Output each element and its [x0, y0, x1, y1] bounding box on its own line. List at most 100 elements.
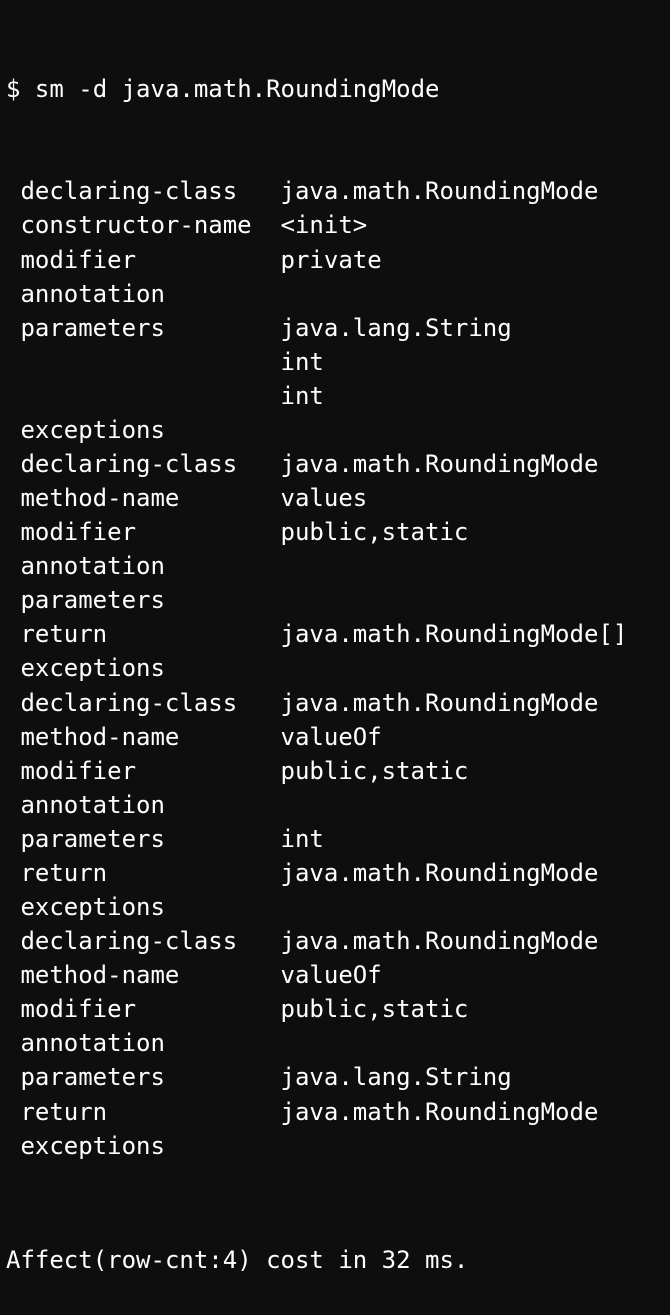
output-row: exceptions — [6, 413, 664, 447]
field-value: java.math.RoundingMode — [281, 924, 664, 958]
field-label: parameters — [20, 583, 280, 617]
field-value — [281, 413, 664, 447]
field-value: java.math.RoundingMode[] — [281, 617, 664, 651]
field-label: parameters — [20, 822, 280, 856]
prompt-symbol: $ — [6, 75, 20, 103]
indent-space — [6, 788, 20, 822]
indent-space — [6, 174, 20, 208]
field-value — [281, 549, 664, 583]
indent-space — [6, 856, 20, 890]
output-row: returnjava.math.RoundingMode — [6, 1095, 664, 1129]
field-label: modifier — [20, 754, 280, 788]
output-row: method-namevalueOf — [6, 720, 664, 754]
field-label: annotation — [20, 277, 280, 311]
indent-space — [6, 515, 20, 549]
indent-space — [6, 992, 20, 1026]
field-value: public,static — [281, 515, 664, 549]
output-row: exceptions — [6, 651, 664, 685]
output-row: annotation — [6, 549, 664, 583]
field-label: modifier — [20, 243, 280, 277]
indent-space — [6, 1095, 20, 1129]
field-value: java.lang.String — [281, 1060, 664, 1094]
field-label: exceptions — [20, 413, 280, 447]
field-value: private — [281, 243, 664, 277]
indent-space — [6, 1129, 20, 1163]
field-value: java.lang.String — [281, 311, 664, 345]
indent-space — [6, 345, 20, 379]
field-label: return — [20, 1095, 280, 1129]
output-row: parametersjava.lang.String — [6, 1060, 664, 1094]
field-label — [20, 379, 280, 413]
output-row: modifierpublic,static — [6, 992, 664, 1026]
output-row: modifierprivate — [6, 243, 664, 277]
field-value: java.math.RoundingMode — [281, 174, 664, 208]
field-label: declaring-class — [20, 686, 280, 720]
field-label: method-name — [20, 481, 280, 515]
affect-footer: Affect(row-cnt:4) cost in 32 ms. — [6, 1243, 664, 1277]
output-row: method-namevalueOf — [6, 958, 664, 992]
output-row: annotation — [6, 1026, 664, 1060]
output-row: declaring-classjava.math.RoundingMode — [6, 174, 664, 208]
field-label: declaring-class — [20, 447, 280, 481]
field-label: declaring-class — [20, 924, 280, 958]
output-row: parametersjava.lang.String — [6, 311, 664, 345]
indent-space — [6, 686, 20, 720]
field-label: exceptions — [20, 651, 280, 685]
output-row: exceptions — [6, 1129, 664, 1163]
output-row: int — [6, 379, 664, 413]
field-label: method-name — [20, 720, 280, 754]
field-label: declaring-class — [20, 174, 280, 208]
indent-space — [6, 924, 20, 958]
output-blocks: declaring-classjava.math.RoundingMode co… — [6, 174, 664, 1162]
output-row: modifierpublic,static — [6, 515, 664, 549]
field-label: modifier — [20, 992, 280, 1026]
output-row: annotation — [6, 788, 664, 822]
indent-space — [6, 447, 20, 481]
field-value: java.math.RoundingMode — [281, 1095, 664, 1129]
field-label — [20, 345, 280, 379]
field-value — [281, 277, 664, 311]
field-value: <init> — [281, 208, 664, 242]
indent-space — [6, 243, 20, 277]
field-value — [281, 1129, 664, 1163]
output-row: returnjava.math.RoundingMode — [6, 856, 664, 890]
command-line[interactable]: $ sm -d java.math.RoundingMode — [6, 72, 664, 106]
field-value — [281, 788, 664, 822]
output-row: method-namevalues — [6, 481, 664, 515]
field-value: java.math.RoundingMode — [281, 447, 664, 481]
output-row: declaring-classjava.math.RoundingMode — [6, 924, 664, 958]
field-value: public,static — [281, 992, 664, 1026]
indent-space — [6, 277, 20, 311]
field-label: parameters — [20, 311, 280, 345]
field-label: annotation — [20, 549, 280, 583]
terminal-output: $ sm -d java.math.RoundingMode declaring… — [0, 0, 670, 1315]
indent-space — [6, 311, 20, 345]
indent-space — [6, 549, 20, 583]
indent-space — [6, 720, 20, 754]
field-value: java.math.RoundingMode — [281, 686, 664, 720]
output-row: declaring-classjava.math.RoundingMode — [6, 686, 664, 720]
indent-space — [6, 651, 20, 685]
indent-space — [6, 208, 20, 242]
field-value — [281, 583, 664, 617]
field-label: exceptions — [20, 890, 280, 924]
field-value: int — [281, 345, 664, 379]
indent-space — [6, 583, 20, 617]
field-value — [281, 890, 664, 924]
output-row: parametersint — [6, 822, 664, 856]
field-label: return — [20, 856, 280, 890]
indent-space — [6, 379, 20, 413]
field-value — [281, 651, 664, 685]
field-value: values — [281, 481, 664, 515]
field-value: int — [281, 822, 664, 856]
field-value — [281, 1026, 664, 1060]
output-row: parameters — [6, 583, 664, 617]
indent-space — [6, 481, 20, 515]
indent-space — [6, 890, 20, 924]
output-row: modifierpublic,static — [6, 754, 664, 788]
field-label: modifier — [20, 515, 280, 549]
indent-space — [6, 822, 20, 856]
output-row: int — [6, 345, 664, 379]
field-label: annotation — [20, 1026, 280, 1060]
field-label: parameters — [20, 1060, 280, 1094]
